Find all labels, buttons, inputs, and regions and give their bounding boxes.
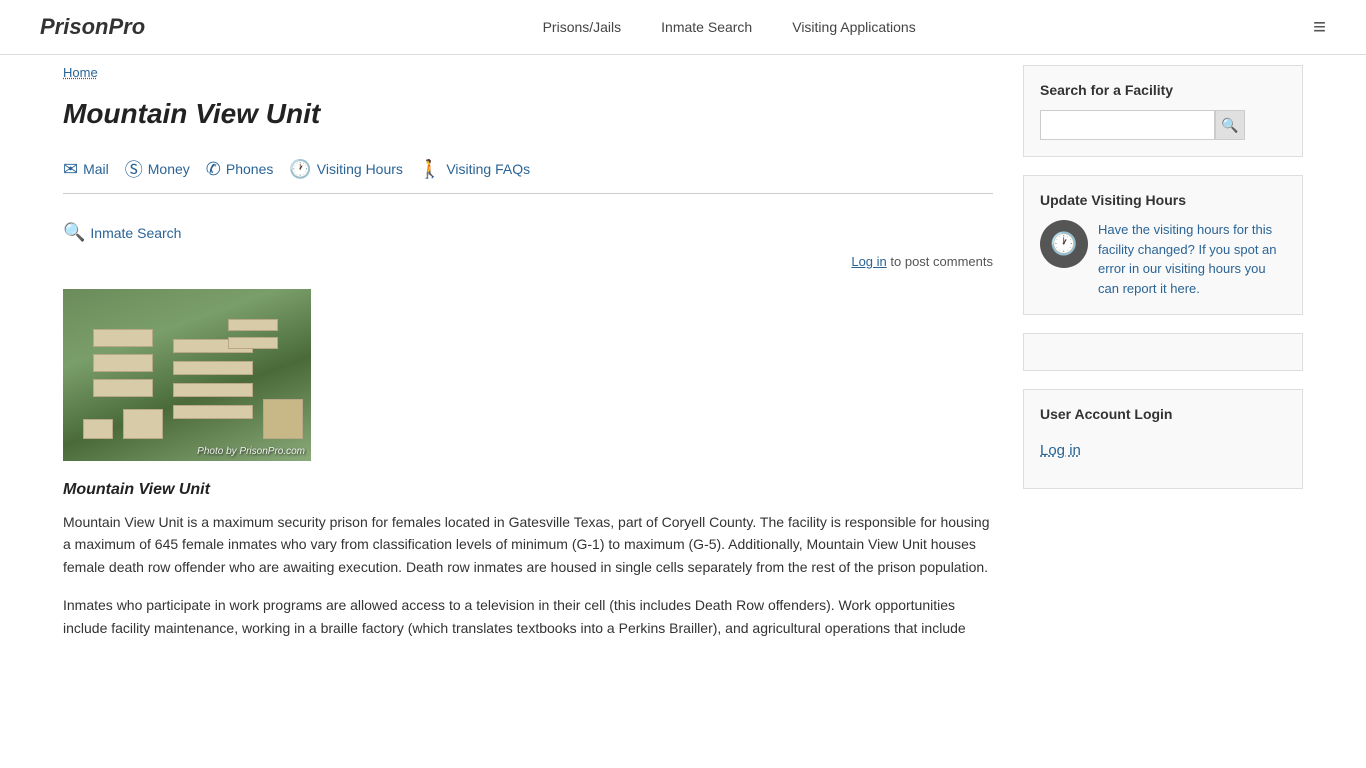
main-content: Home Mountain View Unit ✉ Mail Ⓢ Money ✆… bbox=[63, 65, 993, 655]
clock-icon: 🕐 bbox=[289, 159, 311, 180]
sidebar: Search for a Facility 🔍 Update Visiting … bbox=[1023, 65, 1303, 655]
facility-search-input[interactable] bbox=[1040, 110, 1215, 140]
facility-tabs: ✉ Mail Ⓢ Money ✆ Phones 🕐 Visiting Hours… bbox=[63, 148, 993, 194]
hamburger-menu-icon[interactable]: ≡ bbox=[1313, 14, 1326, 40]
user-account-login-link[interactable]: Log in bbox=[1040, 442, 1081, 459]
facility-search-title: Search for a Facility bbox=[1040, 82, 1286, 98]
update-visiting-title: Update Visiting Hours bbox=[1040, 192, 1286, 208]
page-wrapper: Home Mountain View Unit ✉ Mail Ⓢ Money ✆… bbox=[23, 55, 1343, 695]
login-prompt-line: Log in to post comments bbox=[63, 254, 993, 269]
tab-mail-label: Mail bbox=[83, 161, 109, 177]
update-visiting-text: Have the visiting hours for this facilit… bbox=[1098, 220, 1286, 298]
search-row: 🔍 bbox=[1040, 110, 1286, 140]
page-title: Mountain View Unit bbox=[63, 98, 993, 130]
facility-description-2: Inmates who participate in work programs… bbox=[63, 594, 993, 639]
tab-inmate-search-label: Inmate Search bbox=[90, 225, 181, 241]
nav-inmate-search[interactable]: Inmate Search bbox=[661, 19, 752, 35]
facility-image-container: Photo by PrisonPro.com bbox=[63, 289, 311, 461]
tab-mail[interactable]: ✉ Mail bbox=[63, 148, 125, 193]
update-visiting-link[interactable]: Have the visiting hours for this facilit… bbox=[1098, 222, 1277, 296]
photo-credit: Photo by PrisonPro.com bbox=[197, 446, 305, 457]
login-link-inline[interactable]: Log in bbox=[851, 254, 886, 269]
tab-visiting-faqs[interactable]: 🚶 Visiting FAQs bbox=[419, 148, 546, 193]
tab-visiting-faqs-label: Visiting FAQs bbox=[446, 161, 530, 177]
header: PrisonPro Prisons/Jails Inmate Search Vi… bbox=[0, 0, 1366, 55]
tab-money[interactable]: Ⓢ Money bbox=[125, 148, 206, 193]
user-account-box: User Account Login Log in bbox=[1023, 389, 1303, 489]
tab-money-label: Money bbox=[148, 161, 190, 177]
facility-description-1: Mountain View Unit is a maximum security… bbox=[63, 511, 993, 578]
phone-icon: ✆ bbox=[206, 159, 221, 180]
visitor-icon: 🚶 bbox=[419, 159, 441, 180]
user-account-title: User Account Login bbox=[1040, 406, 1286, 422]
money-icon: Ⓢ bbox=[125, 156, 143, 182]
facility-aerial-image: Photo by PrisonPro.com bbox=[63, 289, 311, 461]
facility-search-box: Search for a Facility 🔍 bbox=[1023, 65, 1303, 157]
search-tab-icon: 🔍 bbox=[63, 222, 85, 243]
breadcrumb-home[interactable]: Home bbox=[63, 65, 98, 80]
tab-inmate-search[interactable]: 🔍 Inmate Search bbox=[63, 214, 993, 254]
update-visiting-hours-box: Update Visiting Hours 🕐 Have the visitin… bbox=[1023, 175, 1303, 315]
tab-visiting-hours[interactable]: 🕐 Visiting Hours bbox=[289, 148, 419, 193]
main-nav: Prisons/Jails Inmate Search Visiting App… bbox=[543, 19, 916, 35]
update-clock-icon: 🕐 bbox=[1040, 220, 1088, 268]
facility-subtitle: Mountain View Unit bbox=[63, 481, 993, 499]
nav-prisons[interactable]: Prisons/Jails bbox=[543, 19, 622, 35]
aerial-view bbox=[63, 289, 311, 461]
tab-phones[interactable]: ✆ Phones bbox=[206, 148, 290, 193]
tab-phones-label: Phones bbox=[226, 161, 273, 177]
site-logo[interactable]: PrisonPro bbox=[40, 14, 145, 40]
tab-visiting-hours-label: Visiting Hours bbox=[317, 161, 403, 177]
mail-icon: ✉ bbox=[63, 159, 78, 180]
breadcrumb: Home bbox=[63, 65, 993, 80]
sidebar-empty-box bbox=[1023, 333, 1303, 371]
update-visiting-content: 🕐 Have the visiting hours for this facil… bbox=[1040, 220, 1286, 298]
nav-visiting-applications[interactable]: Visiting Applications bbox=[792, 19, 915, 35]
login-prompt-text: to post comments bbox=[890, 254, 993, 269]
facility-search-button[interactable]: 🔍 bbox=[1215, 110, 1245, 140]
